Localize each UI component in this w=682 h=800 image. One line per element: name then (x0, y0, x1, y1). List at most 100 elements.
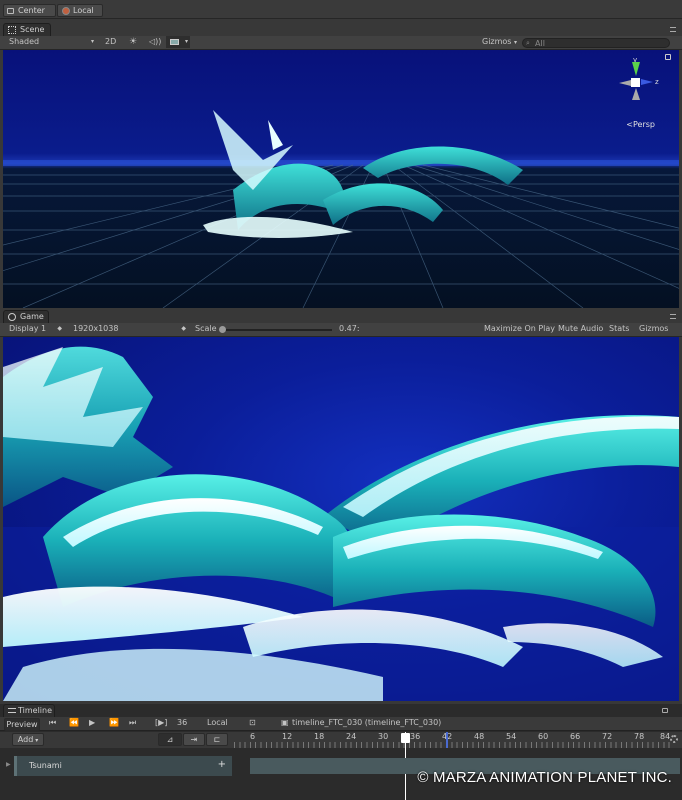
axis-y-cone (632, 62, 640, 76)
globe-icon (62, 7, 70, 15)
copyright-watermark: © MARZA ANIMATION PLANET INC. (417, 769, 672, 786)
scene-orientation-gizmo[interactable]: y z (617, 56, 659, 112)
preview-toggle[interactable]: Preview (4, 718, 40, 731)
timeline-tab-label: Timeline (18, 706, 53, 715)
play-range-icon[interactable]: [▶] (152, 717, 170, 729)
go-to-start-icon[interactable]: ⏮ (46, 717, 59, 729)
end-marker (446, 732, 448, 748)
ruler-tick: 24 (346, 732, 357, 741)
game-gizmos-dropdown[interactable]: Gizmos (636, 323, 671, 335)
game-pane-menu-icon[interactable] (670, 314, 676, 319)
pivot-center-button[interactable]: Center (3, 4, 56, 17)
lock-icon[interactable] (665, 54, 671, 60)
track-collapse-icon[interactable]: ▶ (6, 761, 11, 768)
search-icon: ⌕ (526, 39, 530, 47)
timeline-local-toggle[interactable]: Local (204, 717, 231, 729)
ruler-tick: 12 (282, 732, 293, 741)
display-dropdown[interactable]: Display 1 ◆ (6, 323, 64, 335)
timeline-settings-icon[interactable] (670, 735, 678, 743)
axis-z-label: z (655, 78, 659, 86)
maximize-on-play-toggle[interactable]: Maximize On Play (481, 323, 558, 335)
next-frame-icon[interactable]: ⏩ (106, 717, 122, 729)
lighting-toggle-icon[interactable]: ☀ (126, 36, 140, 48)
timeline-header-row: Add ▾ ⊿ ⇥ ⊏ 6 12 18 24 30 36 42 48 54 60… (0, 732, 682, 748)
scale-label: Scale (195, 324, 217, 333)
persp-icon: < (626, 120, 633, 129)
timeline-transport: Preview ⏮ ⏪ ▶ ⏩ ⏭ [▶] 36 Local ⊡ ▣ timel… (0, 717, 682, 731)
ruler-tick: 54 (506, 732, 517, 741)
image-icon (170, 39, 179, 45)
game-render (3, 346, 679, 701)
ruler-minor-ticks (234, 742, 670, 748)
gizmos-dropdown[interactable]: Gizmos ▾ (479, 36, 520, 48)
local-label: Local (73, 6, 94, 15)
display-value: Display 1 (9, 324, 47, 333)
shading-value: Shaded (9, 37, 40, 46)
timeline-lock-icon[interactable] (662, 708, 668, 713)
ruler-tick: 66 (570, 732, 581, 741)
track-options-icon[interactable]: ⇥ (183, 733, 205, 746)
axis-center-cube (631, 78, 640, 87)
game-controller-icon (8, 313, 16, 321)
ruler-tick: 78 (634, 732, 645, 741)
pane-menu-icon[interactable] (670, 27, 676, 32)
track-name: Tsunami (29, 761, 62, 770)
ruler-tick: 18 (314, 732, 325, 741)
track-add-icon[interactable]: + (218, 759, 226, 770)
resolution-dropdown[interactable]: 1920x1038 ◆ (70, 323, 188, 335)
axis-z-cone (641, 79, 653, 85)
persp-label[interactable]: <Persp (626, 120, 655, 129)
gizmos-label: Gizmos (482, 37, 512, 46)
ruler-tick: 30 (378, 732, 389, 741)
grid-icon (8, 26, 16, 34)
2d-toggle[interactable]: 2D (102, 36, 119, 48)
stats-toggle[interactable]: Stats (606, 323, 632, 335)
audio-toggle-icon[interactable]: ◁)) (146, 36, 164, 48)
curves-toggle[interactable]: ⊿ (158, 733, 182, 746)
search-placeholder: All (535, 39, 545, 48)
scene-tab-label: Scene (20, 25, 45, 34)
axis-x-cone (619, 80, 631, 86)
ruler-tick: 6 (250, 732, 256, 741)
timeline-ruler[interactable]: 6 12 18 24 30 36 42 48 54 60 66 72 78 84 (234, 732, 670, 748)
playhead-handle[interactable] (401, 733, 410, 743)
center-label: Center (18, 6, 45, 15)
scene-viewport[interactable]: y z <Persp (3, 50, 679, 308)
scale-slider[interactable] (219, 326, 332, 333)
timeline-asset-name[interactable]: timeline_FTC_030 (timeline_FTC_030) (289, 717, 444, 729)
scene-toolbar: Shaded ▾ 2D ☀ ◁)) ▾ Gizmos ▾ ⌕ All (0, 36, 682, 50)
axis-neg-y-cone (632, 88, 640, 100)
effects-toggle-icon[interactable]: ▾ (166, 36, 190, 48)
mute-audio-toggle[interactable]: Mute Audio (555, 323, 606, 335)
scene-tab[interactable]: Scene (3, 23, 51, 36)
ruler-tick: 60 (538, 732, 549, 741)
pivot-icon (7, 8, 14, 14)
game-viewport[interactable] (3, 337, 679, 701)
scale-value: 0.47: (339, 324, 360, 333)
scene-render (3, 110, 679, 308)
play-icon[interactable]: ▶ (86, 717, 98, 729)
shading-dropdown[interactable]: Shaded ▾ (6, 36, 98, 48)
show-markers-icon[interactable]: ⊡ (246, 717, 259, 729)
timeline-icon (8, 708, 16, 713)
chevron-down-icon: ▾ (90, 38, 94, 45)
add-track-button[interactable]: Add ▾ (12, 733, 44, 746)
pivot-local-button[interactable]: Local (57, 4, 103, 17)
game-toolbar: Display 1 ◆ 1920x1038 ◆ Scale 0.47: Maxi… (0, 323, 682, 337)
game-tab-label: Game (20, 312, 44, 321)
scale-slider-thumb[interactable] (219, 326, 226, 333)
resolution-value: 1920x1038 (73, 324, 119, 333)
ruler-tick: 36 (410, 732, 421, 741)
game-tab[interactable]: Game (3, 310, 49, 323)
previous-frame-icon[interactable]: ⏪ (66, 717, 82, 729)
go-to-end-icon[interactable]: ⏭ (126, 717, 139, 729)
frame-field[interactable]: 36 (174, 717, 196, 729)
ruler-tick: 72 (602, 732, 613, 741)
hierarchy-search-input[interactable]: ⌕ All (522, 38, 670, 48)
track-header[interactable]: Tsunami + (14, 756, 232, 776)
top-toolbar: Center Local (0, 0, 682, 19)
markers-icon[interactable]: ⊏ (206, 733, 228, 746)
timeline-tab[interactable]: Timeline (3, 704, 55, 717)
wave-mesh (203, 110, 523, 238)
ruler-tick: 84 (660, 732, 671, 741)
